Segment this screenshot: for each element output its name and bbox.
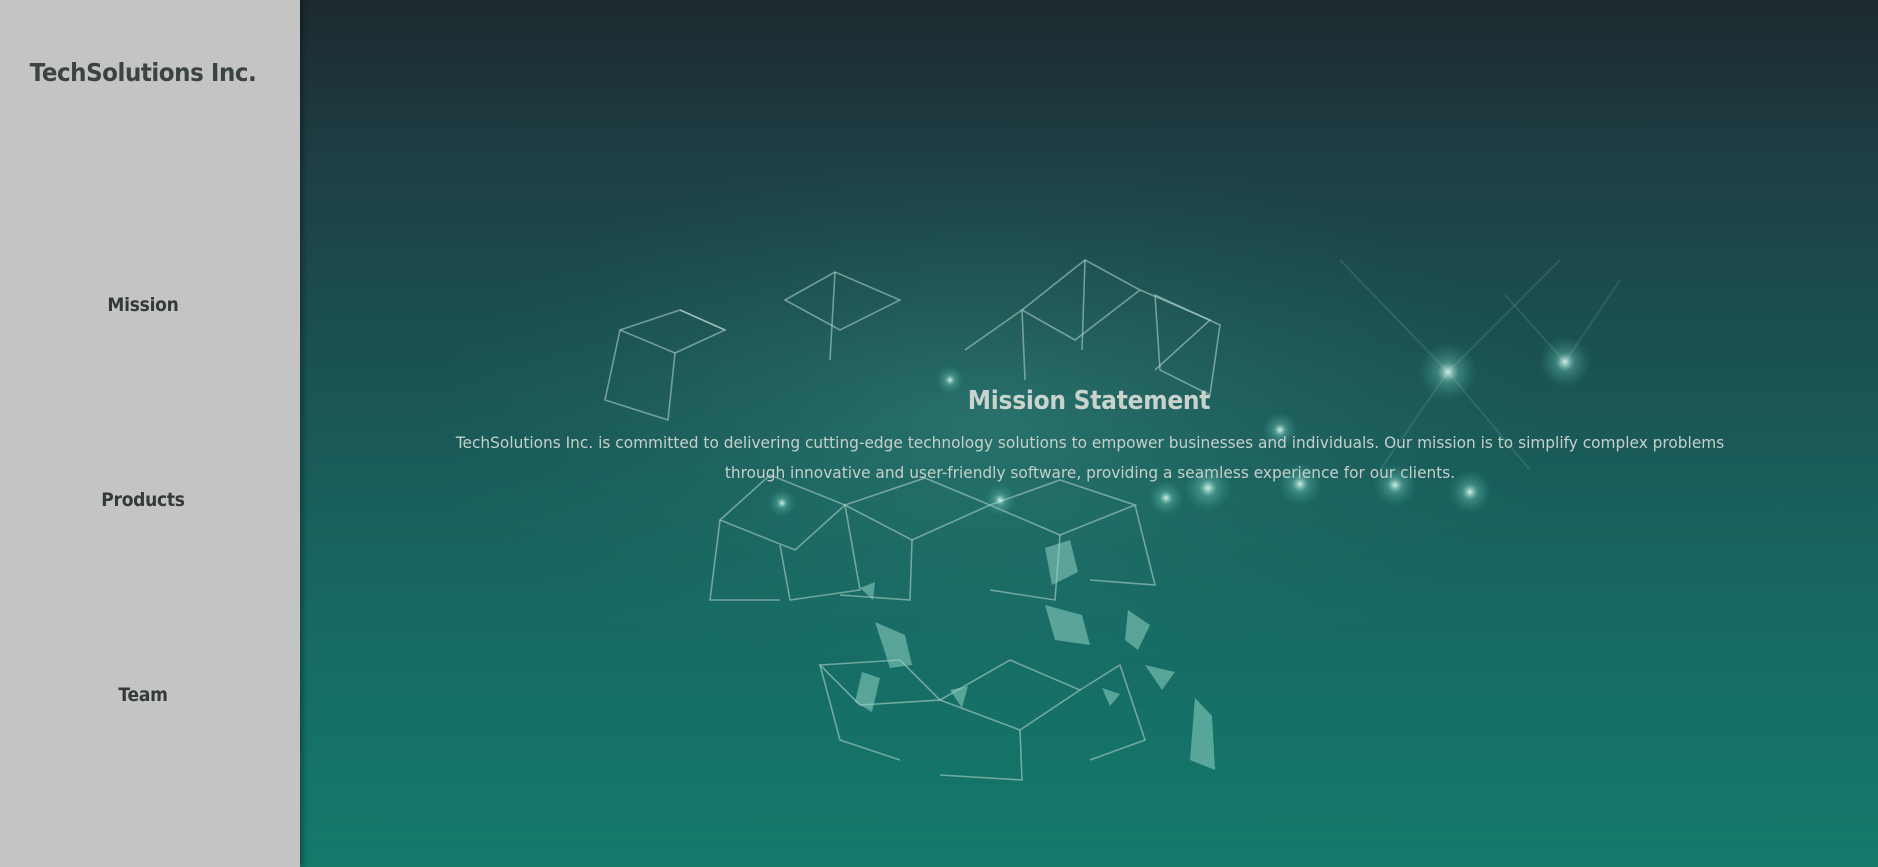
mission-title: Mission Statement	[967, 386, 1211, 416]
brand-title[interactable]: TechSolutions Inc.	[11, 58, 274, 87]
mission-section: Mission Statement TechSolutions Inc. is …	[300, 0, 1878, 867]
nav-item-products[interactable]: Products	[14, 489, 271, 511]
mission-text: TechSolutions Inc. is committed to deliv…	[455, 433, 1725, 482]
nav-item-team[interactable]: Team	[14, 684, 271, 706]
nav-item-mission[interactable]: Mission	[14, 294, 271, 316]
hero-section: Mission Statement TechSolutions Inc. is …	[300, 0, 1878, 867]
sidebar: TechSolutions Inc. Mission Products Team	[0, 0, 300, 867]
